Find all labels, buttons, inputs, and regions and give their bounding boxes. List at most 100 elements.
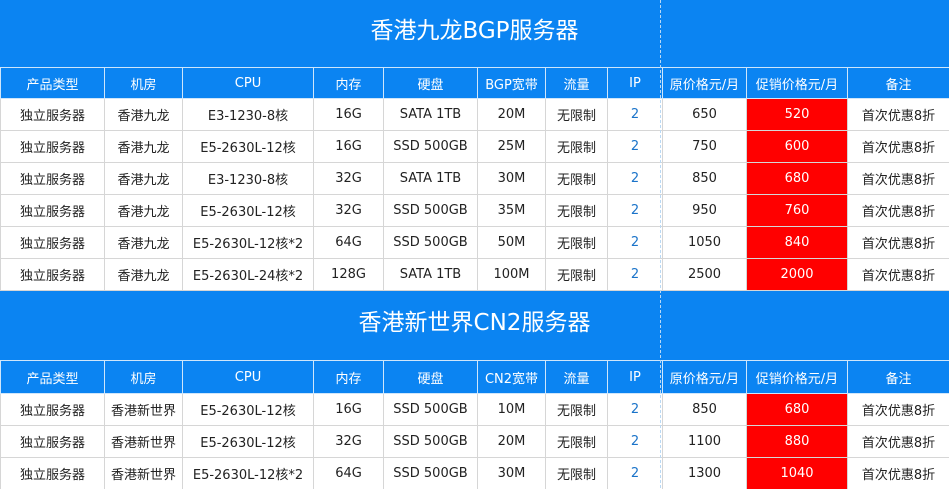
section-title: 香港新世界CN2服务器 xyxy=(359,310,591,336)
table-body: 独立服务器香港九龙E3-1230-8核16GSATA 1TB20M无限制2650… xyxy=(1,99,949,291)
header-memory: 内存 xyxy=(314,68,384,99)
header-promo-price: 促销价格元/月 xyxy=(747,68,848,99)
cell-memory: 32G xyxy=(314,163,384,195)
cell-promo-price: 680 xyxy=(747,163,848,195)
table-row: 独立服务器香港九龙E5-2630L-12核*264GSSD 500GB50M无限… xyxy=(1,227,949,259)
table-row: 独立服务器香港新世界E5-2630L-12核16GSSD 500GB10M无限制… xyxy=(1,394,949,426)
table-body: 独立服务器香港新世界E5-2630L-12核16GSSD 500GB10M无限制… xyxy=(1,394,949,489)
cell-product-type: 独立服务器 xyxy=(1,458,105,489)
cell-ip[interactable]: 2 xyxy=(608,458,663,489)
table-row: 独立服务器香港九龙E5-2630L-12核32GSSD 500GB35M无限制2… xyxy=(1,195,949,227)
cell-disk: SATA 1TB xyxy=(384,259,478,291)
cell-traffic: 无限制 xyxy=(546,131,608,163)
cell-disk: SSD 500GB xyxy=(384,458,478,489)
cell-bandwidth: 100M xyxy=(478,259,546,291)
cell-ip[interactable]: 2 xyxy=(608,227,663,259)
section-banner-newworld-cn2: 香港新世界CN2服务器 xyxy=(0,291,949,360)
table-row: 独立服务器香港九龙E5-2630L-24核*2128GSATA 1TB100M无… xyxy=(1,259,949,291)
pricing-page: 香港九龙BGP服务器 产品类型 机房 CPU 内存 硬盘 BGP宽带 流量 IP… xyxy=(0,0,949,488)
cell-cpu: E5-2630L-24核*2 xyxy=(183,259,314,291)
cell-datacenter: 香港九龙 xyxy=(105,195,183,227)
cell-original-price: 1050 xyxy=(663,227,747,259)
section-title: 香港九龙BGP服务器 xyxy=(370,18,578,44)
cell-original-price: 950 xyxy=(663,195,747,227)
cell-traffic: 无限制 xyxy=(546,195,608,227)
cell-cpu: E5-2630L-12核 xyxy=(183,131,314,163)
cell-traffic: 无限制 xyxy=(546,394,608,426)
cell-ip[interactable]: 2 xyxy=(608,394,663,426)
cell-cpu: E5-2630L-12核*2 xyxy=(183,458,314,489)
cell-disk: SATA 1TB xyxy=(384,99,478,131)
cell-product-type: 独立服务器 xyxy=(1,394,105,426)
cell-original-price: 750 xyxy=(663,131,747,163)
cell-traffic: 无限制 xyxy=(546,99,608,131)
cell-memory: 64G xyxy=(314,458,384,489)
cell-cpu: E3-1230-8核 xyxy=(183,163,314,195)
cell-original-price: 850 xyxy=(663,394,747,426)
cell-bandwidth: 10M xyxy=(478,394,546,426)
pricing-table-newworld-cn2: 产品类型 机房 CPU 内存 硬盘 CN2宽带 流量 IP 原价格元/月 促销价… xyxy=(0,360,949,489)
header-bandwidth: BGP宽带 xyxy=(478,68,546,99)
cell-bandwidth: 20M xyxy=(478,426,546,458)
cell-bandwidth: 30M xyxy=(478,163,546,195)
cell-ip[interactable]: 2 xyxy=(608,131,663,163)
cell-promo-price: 520 xyxy=(747,99,848,131)
cell-disk: SSD 500GB xyxy=(384,131,478,163)
header-product-type: 产品类型 xyxy=(1,68,105,99)
header-cpu: CPU xyxy=(183,68,314,99)
cell-ip[interactable]: 2 xyxy=(608,163,663,195)
table-row: 独立服务器香港九龙E3-1230-8核32GSATA 1TB30M无限制2850… xyxy=(1,163,949,195)
cell-memory: 32G xyxy=(314,195,384,227)
header-ip: IP xyxy=(608,361,663,394)
cell-datacenter: 香港新世界 xyxy=(105,426,183,458)
cell-bandwidth: 20M xyxy=(478,99,546,131)
table-row: 独立服务器香港新世界E5-2630L-12核*264GSSD 500GB30M无… xyxy=(1,458,949,489)
cell-ip[interactable]: 2 xyxy=(608,195,663,227)
header-cpu: CPU xyxy=(183,361,314,394)
cell-product-type: 独立服务器 xyxy=(1,259,105,291)
table-row: 独立服务器香港九龙E3-1230-8核16GSATA 1TB20M无限制2650… xyxy=(1,99,949,131)
cell-product-type: 独立服务器 xyxy=(1,426,105,458)
cell-disk: SSD 500GB xyxy=(384,394,478,426)
cell-traffic: 无限制 xyxy=(546,227,608,259)
table-header-row: 产品类型 机房 CPU 内存 硬盘 CN2宽带 流量 IP 原价格元/月 促销价… xyxy=(1,361,949,394)
cell-ip[interactable]: 2 xyxy=(608,99,663,131)
cell-memory: 64G xyxy=(314,227,384,259)
header-traffic: 流量 xyxy=(546,68,608,99)
cell-ip[interactable]: 2 xyxy=(608,259,663,291)
cell-product-type: 独立服务器 xyxy=(1,195,105,227)
cell-remarks: 首次优惠8折 xyxy=(848,458,949,489)
cell-product-type: 独立服务器 xyxy=(1,163,105,195)
header-remarks: 备注 xyxy=(848,68,949,99)
cell-memory: 32G xyxy=(314,426,384,458)
cell-product-type: 独立服务器 xyxy=(1,227,105,259)
cell-cpu: E5-2630L-12核 xyxy=(183,195,314,227)
cell-product-type: 独立服务器 xyxy=(1,99,105,131)
cell-disk: SSD 500GB xyxy=(384,227,478,259)
cell-cpu: E5-2630L-12核 xyxy=(183,426,314,458)
cell-bandwidth: 50M xyxy=(478,227,546,259)
cell-disk: SSD 500GB xyxy=(384,195,478,227)
cell-remarks: 首次优惠8折 xyxy=(848,426,949,458)
cell-product-type: 独立服务器 xyxy=(1,131,105,163)
header-memory: 内存 xyxy=(314,361,384,394)
cell-original-price: 2500 xyxy=(663,259,747,291)
cell-remarks: 首次优惠8折 xyxy=(848,195,949,227)
table-row: 独立服务器香港新世界E5-2630L-12核32GSSD 500GB20M无限制… xyxy=(1,426,949,458)
cell-cpu: E5-2630L-12核 xyxy=(183,394,314,426)
header-original-price: 原价格元/月 xyxy=(663,68,747,99)
cell-ip[interactable]: 2 xyxy=(608,426,663,458)
header-traffic: 流量 xyxy=(546,361,608,394)
cell-promo-price: 1040 xyxy=(747,458,848,489)
cell-promo-price: 600 xyxy=(747,131,848,163)
cell-original-price: 1100 xyxy=(663,426,747,458)
cell-remarks: 首次优惠8折 xyxy=(848,99,949,131)
cell-remarks: 首次优惠8折 xyxy=(848,227,949,259)
cell-cpu: E5-2630L-12核*2 xyxy=(183,227,314,259)
cell-memory: 16G xyxy=(314,131,384,163)
pricing-table-kowloon-bgp: 产品类型 机房 CPU 内存 硬盘 BGP宽带 流量 IP 原价格元/月 促销价… xyxy=(0,67,949,291)
cell-datacenter: 香港九龙 xyxy=(105,99,183,131)
header-original-price: 原价格元/月 xyxy=(663,361,747,394)
cell-datacenter: 香港九龙 xyxy=(105,227,183,259)
cell-datacenter: 香港九龙 xyxy=(105,163,183,195)
